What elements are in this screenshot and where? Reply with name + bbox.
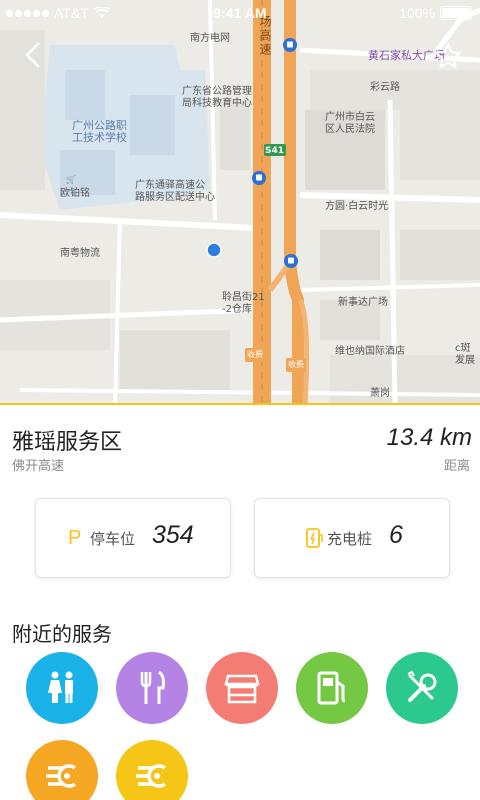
map-label-tongyi: 广东通驿高速公 路服务区配送中心 — [135, 180, 215, 203]
map-label-jinchang: 聆昌街21 -2仓库 — [222, 292, 265, 315]
battery-icon — [440, 6, 475, 20]
bus-stop-icon[interactable] — [283, 38, 297, 52]
restroom-button[interactable] — [26, 652, 98, 724]
charging-card[interactable]: 充电桩 6 — [254, 498, 450, 578]
parking-icon: P — [68, 527, 82, 549]
map-label-weiyena: 维也纳国际酒店 — [335, 346, 405, 357]
toll-badge: 收费 — [286, 358, 306, 372]
map-view[interactable]: 场高速 S41 南方电网 广州公路职 工技术学校 广东省公路管理 局科技教育中心… — [0, 0, 480, 405]
ev-charging-button[interactable] — [26, 740, 98, 800]
map-label-fa: c斑 发展 — [455, 343, 475, 366]
service-area-info-panel: 雅瑶服务区 佛开高速 13.4 km 距离 P 停车位 354 充电桩 6 附近… — [0, 405, 480, 800]
fuel-pump-icon — [317, 671, 346, 705]
parking-label: 停车位 — [90, 530, 136, 548]
highway-name: 佛开高速 — [12, 459, 65, 474]
parking-card[interactable]: P 停车位 354 — [35, 498, 231, 578]
road-shield: S41 — [265, 146, 285, 156]
shop-icon: 🛒 — [66, 175, 76, 184]
map-label-nanfang: 南方电网 — [190, 33, 230, 44]
ev-charging-icon — [46, 764, 77, 788]
ev-charging-button[interactable] — [116, 740, 188, 800]
back-arrow-icon[interactable] — [18, 40, 48, 70]
service-area-name: 雅瑶服务区 — [12, 430, 123, 455]
current-location-dot — [206, 242, 222, 258]
restroom-icon — [48, 671, 73, 703]
repair-button[interactable] — [386, 652, 458, 724]
favorite-star-icon[interactable] — [434, 42, 462, 70]
gas-station-button[interactable] — [296, 652, 368, 724]
map-label-school: 广州公路职 工技术学校 — [72, 119, 127, 144]
wrench-screwdriver-icon — [407, 670, 437, 702]
battery-percent: 100% — [399, 5, 435, 21]
ev-charging-icon — [136, 764, 167, 788]
bus-stop-icon[interactable] — [284, 254, 298, 268]
charging-label: 充电桩 — [327, 530, 373, 548]
distance-value: 13.4 km — [386, 424, 472, 451]
bus-stop-icon[interactable] — [252, 171, 266, 185]
charging-count: 6 — [389, 521, 403, 549]
nearby-services-title: 附近的服务 — [12, 622, 112, 646]
restaurant-button[interactable] — [116, 652, 188, 724]
fork-knife-icon — [140, 670, 165, 704]
status-bar: AT&T 9:41 AM 100% — [0, 0, 480, 26]
map-label-court: 广州市白云 区人民法院 — [325, 112, 375, 135]
map-label-nanyue: 南粤物流 — [60, 248, 100, 259]
store-icon — [224, 674, 260, 704]
map-label-xiao: 萧岗 — [370, 388, 390, 399]
parking-count: 354 — [152, 521, 194, 549]
shop-button[interactable] — [206, 652, 278, 724]
map-label-gd-bureau: 广东省公路管理 局科技教育中心 — [182, 86, 252, 109]
map-label-fangyuan: 方圆·白云时光 — [325, 201, 389, 212]
charging-pile-icon — [306, 528, 323, 548]
map-label-caiyun: 彩云路 — [370, 82, 400, 93]
map-label-xinshida: 新事达广场 — [338, 297, 388, 308]
distance-label: 距离 — [443, 459, 470, 474]
map-label-ouding: 欧铂铭 — [60, 188, 90, 199]
toll-badge: 收费 — [245, 348, 265, 362]
